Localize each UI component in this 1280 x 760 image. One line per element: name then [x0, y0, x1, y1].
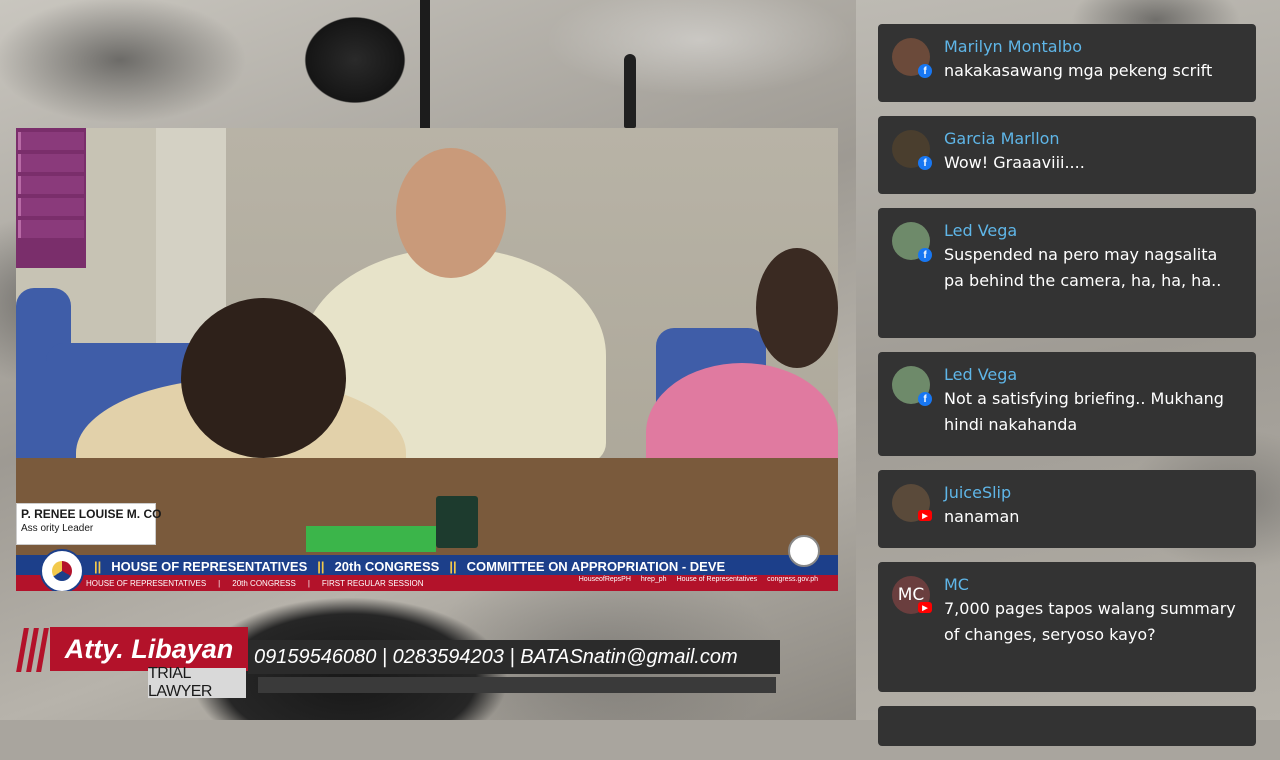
chat-author: Led Vega — [944, 221, 1018, 240]
lawyer-title: TRIAL LAWYER — [148, 665, 246, 700]
facebook-icon: f — [918, 392, 932, 406]
lower-third-subline: HOUSE OF REPRESENTATIVES | 20th CONGRESS… — [86, 578, 424, 588]
chat-message: ▶ JuiceSlip nanaman — [878, 470, 1256, 548]
facebook-icon: f — [918, 64, 932, 78]
youtube-icon: ▶ — [918, 510, 932, 521]
chat-text: Wow! Graaaviii.... — [944, 153, 1085, 172]
chat-author: MC — [944, 575, 969, 594]
coffee-cup — [436, 496, 478, 548]
woman-left-hair — [181, 298, 346, 458]
youtube-link: House of Representatives — [676, 576, 758, 583]
contact-underline — [258, 677, 776, 693]
chat-message: f Led Vega Not a satisfying briefing.. M… — [878, 352, 1256, 456]
chat-message: MC ▶ MC 7,000 pages tapos walang summary… — [878, 562, 1256, 692]
chat-message: f Marilyn Montalbo nakakasawang mga peke… — [878, 24, 1256, 102]
chat-author: Marilyn Montalbo — [944, 37, 1082, 56]
speaker-head — [396, 148, 506, 278]
facebook-icon: f — [918, 156, 932, 170]
broadcast-lower-third: || HOUSE OF REPRESENTATIVES || 20th CONG… — [16, 535, 838, 591]
flagpole-finial — [624, 54, 636, 128]
live-chat-list[interactable]: f Marilyn Montalbo nakakasawang mga peke… — [878, 24, 1256, 760]
chat-message-partial — [878, 706, 1256, 746]
house-seal-icon — [40, 549, 84, 591]
chat-message: f Garcia Marllon Wow! Graaaviii.... — [878, 116, 1256, 194]
contact-info: 09159546080 | 0283594203 | BATASnatin@gm… — [248, 640, 780, 674]
instagram-link: hrep_ph — [640, 576, 667, 583]
lady-justice-statue — [270, 0, 440, 128]
chat-text: Suspended na pero may nagsalita pa behin… — [944, 245, 1222, 290]
chat-message: f Led Vega Suspended na pero may nagsali… — [878, 208, 1256, 338]
congress-seal-icon — [788, 535, 820, 567]
bookshelf — [16, 128, 86, 268]
facebook-x-link: HouseofRepsPH — [578, 576, 631, 583]
banner-stripes — [16, 628, 52, 672]
chat-author: Garcia Marllon — [944, 129, 1060, 148]
chat-text: Not a satisfying briefing.. Mukhang hind… — [944, 389, 1224, 434]
chat-author: JuiceSlip — [944, 483, 1012, 502]
nameplate: P. RENEE LOUISE M. CO Ass ority Leader — [16, 503, 162, 545]
nameplate-name: P. RENEE LOUISE M. CO — [21, 507, 162, 521]
chat-author: Led Vega — [944, 365, 1018, 384]
woman-right-head — [756, 248, 838, 368]
website-link: congress.gov.ph — [767, 576, 818, 583]
lower-third-headline: || HOUSE OF REPRESENTATIVES || 20th CONG… — [94, 558, 726, 574]
chat-text: 7,000 pages tapos walang summary of chan… — [944, 599, 1236, 644]
nameplate-role: Ass ority Leader — [21, 523, 94, 534]
facebook-icon: f — [918, 248, 932, 262]
video-player[interactable]: P. RENEE LOUISE M. CO Ass ority Leader |… — [16, 128, 838, 591]
green-folder — [306, 526, 436, 552]
youtube-icon: ▶ — [918, 602, 932, 613]
chat-text: nanaman — [944, 507, 1020, 526]
chat-text: nakakasawang mga pekeng scrift — [944, 61, 1213, 80]
lower-third-social-links: HouseofRepsPH hrep_ph House of Represent… — [579, 576, 818, 583]
